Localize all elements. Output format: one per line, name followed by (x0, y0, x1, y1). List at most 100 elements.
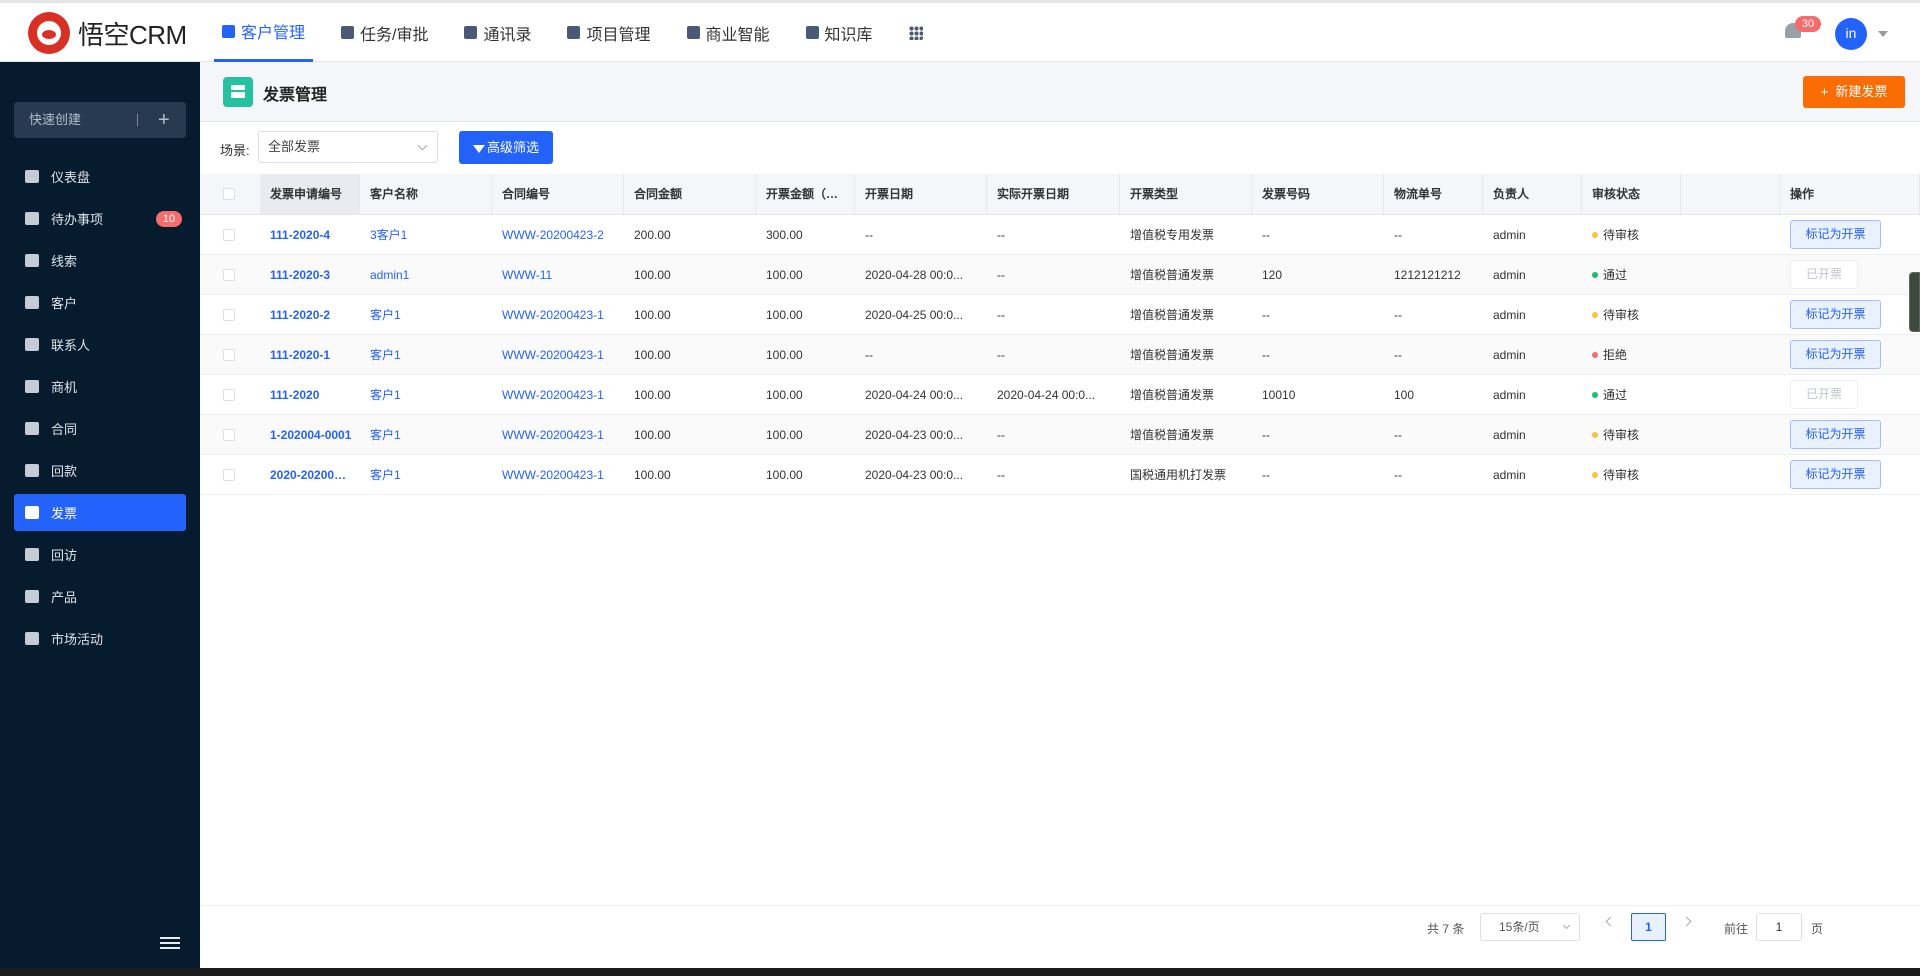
page-size-value: 15条/页 (1499, 920, 1540, 934)
column-header[interactable]: 开票类型 (1120, 174, 1252, 214)
row-checkbox[interactable] (223, 269, 235, 281)
page-size-select[interactable]: 15条/页 (1480, 913, 1580, 941)
sidebar-item[interactable]: 产品 (14, 578, 186, 615)
customer-link[interactable]: 客户1 (360, 455, 492, 495)
leads-icon (25, 254, 39, 267)
row-checkbox[interactable] (223, 229, 235, 241)
sidebar-item[interactable]: 回访 (14, 536, 186, 573)
column-header[interactable]: 开票日期 (855, 174, 987, 214)
row-checkbox[interactable] (223, 429, 235, 441)
advanced-filter-label: 高级筛选 (486, 140, 539, 155)
customer-link[interactable]: 客户1 (360, 415, 492, 455)
mark-invoiced-button[interactable]: 标记为开票 (1790, 460, 1881, 489)
table-cell: 100.00 (634, 348, 671, 362)
row-checkbox[interactable] (223, 309, 235, 321)
customer-link[interactable]: admin1 (360, 255, 492, 295)
nav-item[interactable]: 项目管理 (559, 3, 658, 62)
quick-create-button[interactable]: 快速创建 + (14, 102, 186, 138)
invoice-number-link[interactable]: 2020-202004-0001 (260, 455, 360, 495)
column-header[interactable]: 开票金额（元） (756, 174, 855, 214)
customer-link[interactable]: 客户1 (360, 295, 492, 335)
invoice-number-link[interactable]: 111-2020 (260, 375, 360, 415)
table-cell: 增值税专用发票 (1130, 228, 1215, 242)
nav-item[interactable]: 商业智能 (679, 3, 778, 62)
prev-page-icon[interactable] (1605, 916, 1616, 927)
chevron-down-icon[interactable] (1878, 31, 1888, 37)
contract-link[interactable]: WWW-20200423-1 (492, 295, 624, 335)
table-cell: -- (997, 268, 1005, 282)
status-text: 待审核 (1603, 468, 1640, 482)
nav-item[interactable]: 任务/审批 (333, 3, 436, 62)
collapse-menu-icon[interactable] (160, 937, 180, 951)
mark-invoiced-button[interactable]: 标记为开票 (1790, 420, 1881, 449)
avatar[interactable]: in (1835, 18, 1867, 50)
advanced-filter-button[interactable]: 高级筛选 (459, 131, 553, 164)
sidebar-item[interactable]: 线索 (14, 242, 186, 279)
row-checkbox[interactable] (223, 389, 235, 401)
column-header[interactable]: 合同金额 (624, 174, 756, 214)
logo[interactable]: 悟空CRM (28, 12, 187, 54)
status-text: 待审核 (1603, 228, 1640, 242)
scene-select[interactable]: 全部发票 (258, 131, 438, 163)
current-page[interactable]: 1 (1631, 913, 1666, 941)
side-widget-handle[interactable] (1909, 272, 1920, 332)
sidebar-item[interactable]: 联系人 (14, 326, 186, 363)
select-all-checkbox[interactable] (223, 188, 235, 200)
column-header[interactable]: 合同编号 (492, 174, 624, 214)
table-cell: 10010 (1262, 388, 1296, 402)
column-header[interactable]: 客户名称 (360, 174, 492, 214)
contract-link[interactable]: WWW-20200423-1 (492, 455, 624, 495)
row-checkbox[interactable] (223, 469, 235, 481)
sidebar-item[interactable]: 客户 (14, 284, 186, 321)
contract-link[interactable]: WWW-20200423-2 (492, 215, 624, 255)
mark-invoiced-button[interactable]: 标记为开票 (1790, 340, 1881, 369)
mark-invoiced-button[interactable]: 标记为开票 (1790, 300, 1881, 329)
contract-link[interactable]: WWW-11 (492, 255, 624, 295)
column-header[interactable]: 物流单号 (1384, 174, 1483, 214)
table-cell: -- (997, 428, 1005, 442)
sidebar-item[interactable]: 市场活动 (14, 620, 186, 657)
invoice-number-link[interactable]: 111-2020-2 (260, 295, 360, 335)
table-row: 111-2020-2 客户1 WWW-20200423-1 100.00 100.00 2… (200, 295, 1920, 335)
column-header[interactable]: 审核状态 (1582, 174, 1681, 214)
sidebar-item[interactable]: 回款 (14, 452, 186, 489)
invoice-title-icon (223, 77, 253, 107)
sidebar-menu: 仪表盘待办事项 10 线索客户联系人商机合同回款发票回访产品市场活动 (14, 158, 186, 662)
invoice-number-link[interactable]: 111-2020-3 (260, 255, 360, 295)
sidebar-item[interactable]: 待办事项 10 (14, 200, 186, 237)
scene-value: 全部发票 (268, 139, 321, 154)
nav-item[interactable]: 通讯录 (456, 3, 539, 62)
contract-link[interactable]: WWW-20200423-1 (492, 375, 624, 415)
plus-icon[interactable]: + (158, 102, 170, 138)
sidebar-item[interactable]: 商机 (14, 368, 186, 405)
table-cell: 增值税普通发票 (1130, 388, 1215, 402)
sidebar-item[interactable]: 合同 (14, 410, 186, 447)
customer-link[interactable]: 客户1 (360, 335, 492, 375)
customer-link[interactable]: 3客户1 (360, 215, 492, 255)
nav-item[interactable]: 客户管理 (214, 3, 314, 62)
nav-item-label: 项目管理 (586, 26, 651, 44)
column-header[interactable]: 发票申请编号 (260, 174, 360, 214)
customer-link[interactable]: 客户1 (360, 375, 492, 415)
row-checkbox[interactable] (223, 349, 235, 361)
dollar-icon (25, 380, 39, 393)
column-header[interactable]: 负责人 (1483, 174, 1582, 214)
new-invoice-button[interactable]: + 新建发票 (1803, 76, 1905, 108)
invoice-number-link[interactable]: 1-202004-0001 (260, 415, 360, 455)
status-dot (1592, 232, 1598, 238)
mark-invoiced-button[interactable]: 标记为开票 (1790, 220, 1881, 249)
contract-link[interactable]: WWW-20200423-1 (492, 335, 624, 375)
column-header[interactable]: 发票号码 (1252, 174, 1384, 214)
nav-item[interactable]: 知识库 (798, 3, 881, 62)
goto-page-input[interactable]: 1 (1756, 913, 1802, 941)
column-header[interactable]: 实际开票日期 (987, 174, 1120, 214)
sidebar-item[interactable]: 仪表盘 (14, 158, 186, 195)
sidebar-item[interactable]: 发票 (14, 494, 186, 531)
next-page-icon[interactable] (1681, 916, 1692, 927)
invoice-number-link[interactable]: 111-2020-4 (260, 215, 360, 255)
contract-link[interactable]: WWW-20200423-1 (492, 415, 624, 455)
table-cell: -- (1394, 428, 1402, 442)
invoice-number-link[interactable]: 111-2020-1 (260, 335, 360, 375)
apps-grid-button[interactable] (901, 3, 937, 62)
total-count: 共 7 条 (1427, 922, 1465, 936)
